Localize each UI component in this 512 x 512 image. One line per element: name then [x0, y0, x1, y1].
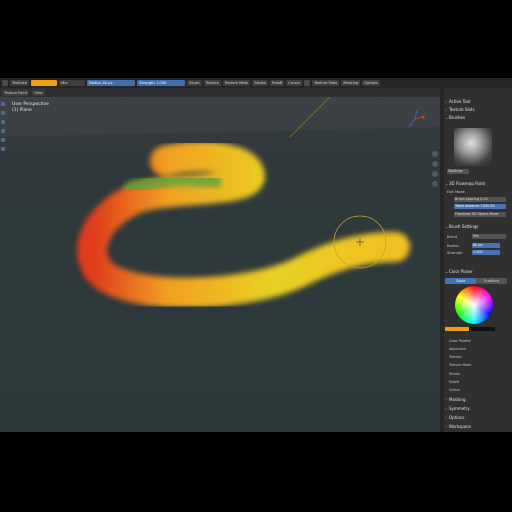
- tool-shelf: [0, 97, 6, 197]
- navigation-gizmo: [408, 109, 425, 128]
- strength-label: Strength: [139, 81, 155, 85]
- viewport-canvas: [0, 97, 440, 432]
- section-active-tool-label: Active Tool: [449, 99, 471, 104]
- zoom-icon[interactable]: [432, 151, 438, 157]
- blend-select[interactable]: Mix: [472, 234, 506, 239]
- section-options[interactable]: › Options: [445, 414, 511, 421]
- section-active-tool[interactable]: › Active Tool: [445, 98, 511, 105]
- section-workspace-label: Workspace: [449, 424, 471, 429]
- section-symmetry[interactable]: › Symmetry: [445, 405, 511, 412]
- strength-panel-label: Strength: [447, 251, 463, 255]
- properties-tabs[interactable]: [440, 88, 444, 432]
- section-masking[interactable]: › Masking: [445, 396, 511, 403]
- section-symmetry-label: Symmetry: [449, 406, 470, 411]
- section-color-picker[interactable]: ⌄Color Picker: [445, 268, 511, 275]
- 3d-viewport[interactable]: User Perspective (1) Plane: [0, 97, 440, 432]
- masking-menu[interactable]: Masking: [341, 80, 361, 86]
- radius-value: 80 px: [102, 81, 113, 85]
- paint-brush-icon[interactable]: [2, 80, 8, 86]
- section-brushes[interactable]: ⌄Brushes: [445, 114, 511, 121]
- fill-tool-icon[interactable]: [1, 138, 5, 142]
- stroke-item[interactable]: Stroke: [449, 371, 509, 377]
- blender-window: TexDraw Mix Radius 80 px Strength 1.000 …: [0, 78, 512, 432]
- texture-mask-menu[interactable]: Texture Mask: [222, 80, 251, 86]
- section-brush-settings[interactable]: ⌄Brush Settings: [445, 223, 511, 230]
- blend-label: Blend: [447, 235, 458, 239]
- color-value-bar[interactable]: [445, 327, 495, 331]
- flowmap-object-mode-button[interactable]: Flowmap 3D Object Mode: [454, 212, 506, 217]
- trace-distance-value: 1000.00: [480, 204, 495, 208]
- color-mode-tabs: Color Gradient: [445, 278, 507, 284]
- section-flowmap[interactable]: ⌄3D Flowmap Paint: [445, 180, 511, 187]
- section-texture-slots[interactable]: › Texture Slots: [445, 106, 511, 113]
- brush-menu[interactable]: Brush: [187, 80, 202, 86]
- radius-label: Radius: [89, 81, 102, 85]
- radius-panel-field[interactable]: 80 px: [472, 243, 500, 248]
- falloff-item[interactable]: Falloff: [449, 379, 509, 385]
- brush-spacing-field[interactable]: Brush spacing 0.10: [454, 197, 506, 202]
- trace-distance-field[interactable]: Trace distance 1000.00: [454, 204, 506, 209]
- brush-spacing-label: Brush spacing: [455, 197, 479, 201]
- view-menu[interactable]: View: [32, 89, 45, 96]
- section-masking-label: Masking: [449, 397, 466, 402]
- symmetry-icon[interactable]: [304, 80, 311, 86]
- strength-field[interactable]: Strength 1.000: [137, 80, 186, 86]
- brush-thumbnail[interactable]: [454, 128, 492, 166]
- tab-color[interactable]: Color: [445, 278, 476, 284]
- pan-hand-icon[interactable]: [432, 161, 438, 167]
- viewport-header: Texture Paint View: [0, 88, 440, 97]
- clone-tool-icon[interactable]: [1, 129, 5, 133]
- blend-dropdown[interactable]: Mix: [59, 80, 86, 86]
- trace-distance-label: Trace distance: [455, 204, 480, 208]
- brush-spacing-value: 0.10: [480, 197, 488, 201]
- brush-name-field[interactable]: TexDraw: [10, 80, 30, 86]
- properties-panel: › Active Tool › Texture Slots ⌄Brushes Tex…: [440, 88, 512, 432]
- tool-settings-header: TexDraw Mix Radius 80 px Strength 1.000 …: [0, 78, 512, 88]
- brush-color-swatch[interactable]: [31, 80, 58, 86]
- advanced-item[interactable]: Advanced: [449, 346, 509, 352]
- stroke-menu[interactable]: Stroke: [252, 80, 268, 86]
- camera-icon[interactable]: [432, 171, 438, 177]
- viewport-object-label: (1) Plane: [12, 108, 32, 113]
- draw-tool-icon[interactable]: [1, 102, 5, 106]
- section-brushes-label: Brushes: [449, 115, 466, 120]
- radius-panel-label: Radius: [447, 244, 460, 248]
- cursor-item[interactable]: Cursor: [449, 387, 509, 393]
- section-flowmap-label: 3D Flowmap Paint: [449, 181, 486, 186]
- tab-gradient[interactable]: Gradient: [476, 278, 507, 284]
- radius-field[interactable]: Radius 80 px: [87, 80, 136, 86]
- smear-tool-icon[interactable]: [1, 120, 5, 124]
- grid-icon[interactable]: [432, 181, 438, 187]
- falloff-menu[interactable]: Falloff: [269, 80, 285, 86]
- exit-mode-button[interactable]: Exit Mode: [447, 189, 511, 195]
- mode-dropdown[interactable]: Texture Paint: [2, 89, 30, 96]
- section-workspace[interactable]: › Workspace: [445, 423, 511, 430]
- view-navigation: [430, 147, 440, 191]
- section-options-label: Options: [449, 415, 465, 420]
- texture-mask-item[interactable]: Texture Mask: [449, 362, 509, 368]
- strength-panel-field[interactable]: 1.000: [472, 250, 500, 255]
- texture-menu[interactable]: Texture: [203, 80, 221, 86]
- texture-item[interactable]: Texture: [449, 354, 509, 360]
- section-texture-slots-label: Texture Slots: [449, 107, 475, 112]
- strength-value: 1.000: [155, 81, 167, 85]
- color-wheel[interactable]: [455, 286, 493, 324]
- viewport-info: User Perspective (1) Plane: [12, 102, 49, 114]
- brush-name-field[interactable]: TexDraw: [447, 169, 469, 174]
- color-palette-item[interactable]: Color Palette: [449, 338, 509, 344]
- soften-tool-icon[interactable]: [1, 111, 5, 115]
- cursor-menu[interactable]: Cursor: [286, 80, 303, 86]
- options-menu[interactable]: Options: [362, 80, 381, 86]
- section-color-picker-label: Color Picker: [449, 269, 473, 274]
- mask-tool-icon[interactable]: [1, 147, 5, 151]
- texture-slots-menu[interactable]: Texture Slots: [312, 80, 340, 86]
- section-brush-settings-label: Brush Settings: [449, 224, 479, 229]
